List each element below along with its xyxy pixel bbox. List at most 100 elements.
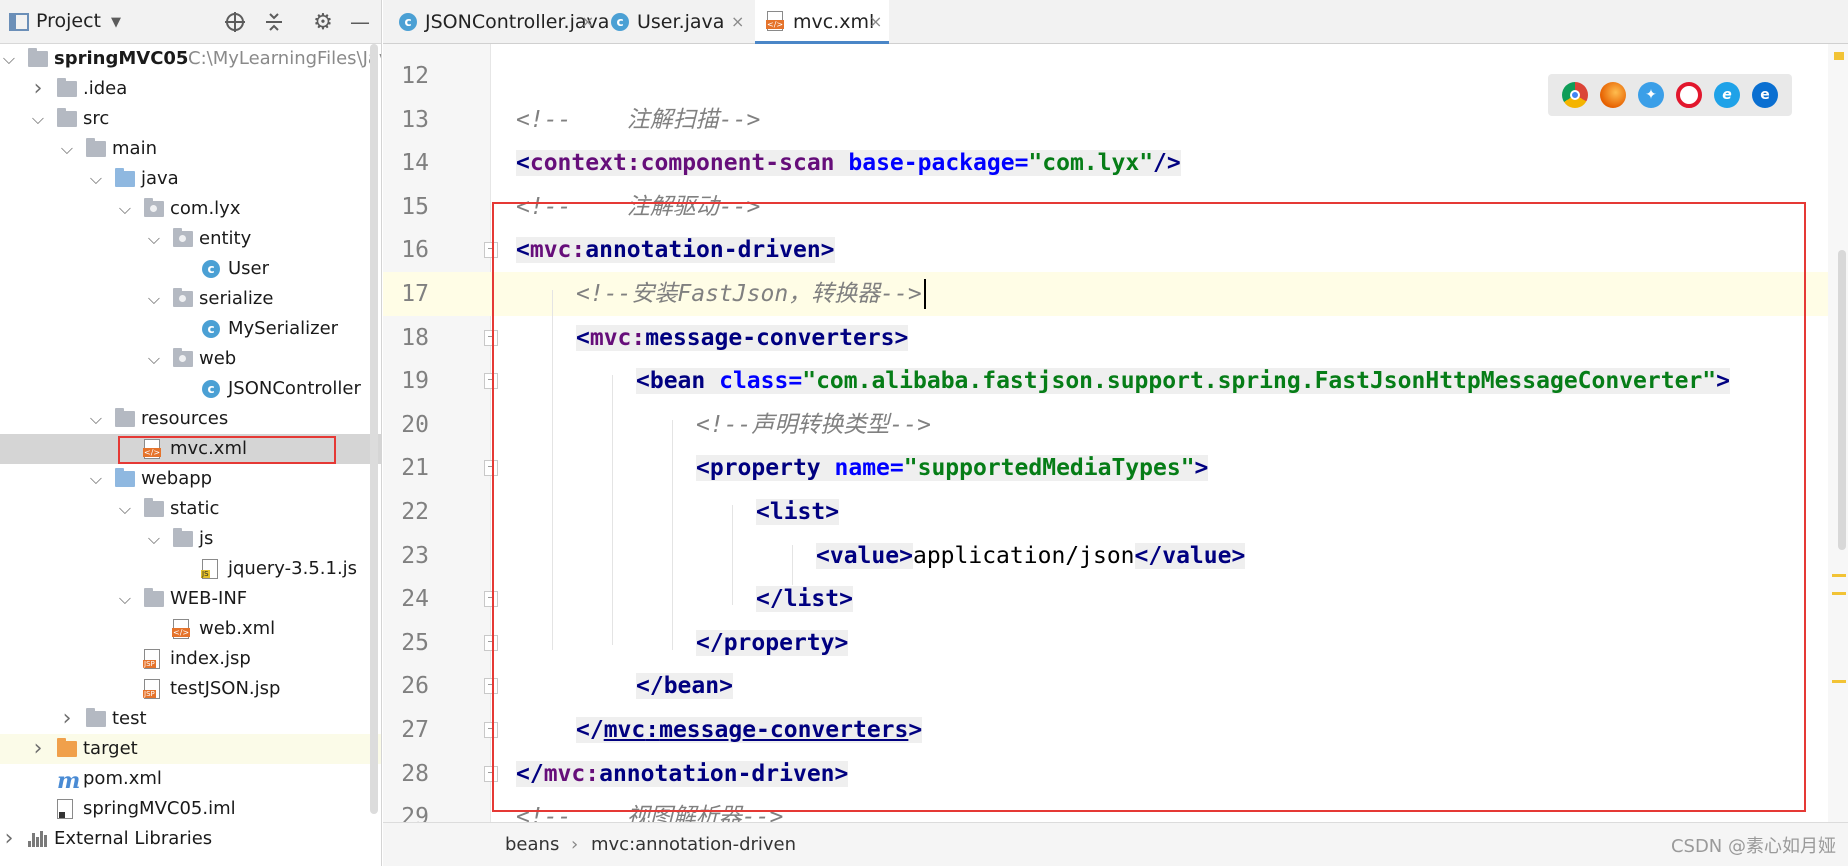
code-line[interactable]: <value>application/json</value> — [816, 534, 1246, 578]
tree-item[interactable]: ⌵ springMVC05 C:\MyLearningFiles\Jav — [0, 44, 381, 74]
tree-item[interactable]: › .idea — [0, 74, 381, 104]
tab-mvc-xml[interactable]: mvc.xml × — [755, 0, 889, 44]
chevron-right-icon[interactable]: › — [31, 734, 45, 764]
opera-icon[interactable] — [1676, 82, 1702, 108]
code-line[interactable]: <mvc:message-converters> — [576, 316, 909, 360]
fold-marker-icon[interactable] — [484, 242, 498, 259]
code-line[interactable]: <bean class="com.alibaba.fastjson.suppor… — [636, 359, 1730, 403]
chevron-down-icon[interactable]: ⌵ — [31, 104, 45, 134]
tree-item[interactable]: ⌵ resources — [0, 404, 381, 434]
code-line[interactable]: <list> — [756, 490, 840, 534]
tree-item[interactable]: mvc.xml — [0, 434, 381, 464]
fold-marker-icon[interactable] — [484, 373, 498, 390]
chevron-right-icon[interactable]: › — [60, 704, 74, 734]
tree-item[interactable]: springMVC05.iml — [0, 794, 381, 824]
warning-marker[interactable] — [1834, 52, 1844, 60]
chevron-down-icon[interactable]: ⌵ — [147, 224, 161, 254]
tree-item[interactable]: ⌵ com.lyx — [0, 194, 381, 224]
gear-icon[interactable]: ⚙ — [310, 10, 336, 35]
code-line[interactable]: </property> — [696, 621, 849, 665]
tree-item[interactable]: web.xml — [0, 614, 381, 644]
close-icon[interactable]: × — [869, 0, 882, 44]
chevron-down-icon[interactable]: ⌵ — [89, 164, 103, 194]
chevron-down-icon[interactable]: ⌵ — [2, 44, 16, 74]
code-line[interactable]: <property name="supportedMediaTypes"> — [696, 446, 1209, 490]
fold-marker-icon[interactable] — [484, 591, 498, 608]
tree-item[interactable]: c JSONController — [0, 374, 381, 404]
chevron-down-icon[interactable]: ⌵ — [60, 134, 74, 164]
chevron-down-icon[interactable]: ⌵ — [89, 404, 103, 434]
chevron-down-icon[interactable]: ⌵ — [89, 464, 103, 494]
warning-marker[interactable] — [1832, 680, 1846, 683]
project-view-icon[interactable] — [8, 12, 30, 32]
chevron-down-icon[interactable]: ▼ — [108, 14, 124, 30]
chevron-down-icon[interactable]: ⌵ — [147, 284, 161, 314]
tree-item[interactable]: ⌵ js — [0, 524, 381, 554]
project-view-title[interactable]: Project — [36, 10, 101, 32]
tree-item[interactable]: ⌵ java — [0, 164, 381, 194]
code-line[interactable]: </mvc:annotation-driven> — [516, 752, 849, 796]
code-line[interactable]: </bean> — [636, 664, 733, 708]
tree-item[interactable]: jquery-3.5.1.js — [0, 554, 381, 584]
tree-item[interactable]: ⌵ web — [0, 344, 381, 374]
fold-marker-icon[interactable] — [484, 722, 498, 738]
tree-item[interactable]: ⌵ entity — [0, 224, 381, 254]
chevron-down-icon[interactable]: ⌵ — [147, 524, 161, 554]
tag-bracket: > — [894, 324, 909, 351]
firefox-icon[interactable] — [1600, 82, 1626, 108]
tab-jsoncontroller[interactable]: c JSONController.java × — [391, 0, 609, 44]
code-line[interactable]: <!-- 注解驱动--> — [516, 185, 760, 229]
fold-marker-icon[interactable] — [484, 329, 498, 346]
chevron-right-icon[interactable]: › — [2, 824, 16, 854]
project-scrollbar[interactable] — [370, 44, 378, 814]
chevron-down-icon[interactable]: ⌵ — [147, 344, 161, 374]
tree-item[interactable]: ⌵ webapp — [0, 464, 381, 494]
fold-marker-icon[interactable] — [484, 460, 498, 477]
tree-item[interactable]: c User — [0, 254, 381, 284]
edge-icon[interactable]: e — [1752, 82, 1778, 108]
package-icon — [173, 348, 193, 367]
line-number: 17 — [401, 281, 429, 307]
tree-item[interactable]: index.jsp — [0, 644, 381, 674]
code-line[interactable]: </list> — [756, 577, 853, 621]
tree-item[interactable]: › test — [0, 704, 381, 734]
code-line[interactable]: </mvc:message-converters> — [576, 708, 923, 752]
close-icon[interactable]: × — [731, 0, 744, 44]
tree-item[interactable]: ⌵ WEB-INF — [0, 584, 381, 614]
minimize-icon[interactable]: — — [348, 10, 372, 34]
code-line[interactable]: <!-- 注解扫描--> — [516, 98, 760, 142]
tree-item[interactable]: › target — [0, 734, 381, 764]
tree-item[interactable]: ⌵ static — [0, 494, 381, 524]
collapse-all-icon[interactable] — [262, 10, 286, 34]
tag-bracket: < — [696, 455, 710, 482]
chevron-down-icon[interactable]: ⌵ — [118, 584, 132, 614]
editor-scroll-thumb[interactable] — [1838, 250, 1846, 550]
warning-marker[interactable] — [1832, 574, 1846, 577]
locate-target-icon[interactable] — [222, 10, 248, 34]
tree-item[interactable]: m pom.xml — [0, 764, 381, 794]
tree-item[interactable]: ⌵ src — [0, 104, 381, 134]
breadcrumb-item-beans[interactable]: beans — [505, 834, 559, 855]
chevron-down-icon[interactable]: ⌵ — [118, 494, 132, 524]
tree-item[interactable]: ⌵ serialize — [0, 284, 381, 314]
tab-user[interactable]: c User.java × — [603, 0, 751, 44]
tree-item[interactable]: ⌵ main — [0, 134, 381, 164]
chevron-right-icon[interactable]: › — [31, 74, 45, 104]
chevron-down-icon[interactable]: ⌵ — [118, 194, 132, 224]
tree-item[interactable]: › External Libraries — [0, 824, 381, 854]
ie-icon[interactable]: e — [1714, 82, 1740, 108]
code-line[interactable]: <!--声明转换类型--> — [696, 403, 931, 447]
safari-icon[interactable]: ✦ — [1638, 82, 1664, 108]
tree-item[interactable]: testJSON.jsp — [0, 674, 381, 704]
fold-marker-icon[interactable] — [484, 678, 498, 695]
breadcrumb-item-annotation-driven[interactable]: mvc:annotation-driven — [591, 834, 796, 855]
close-icon[interactable]: × — [581, 0, 594, 44]
warning-marker[interactable] — [1832, 592, 1846, 595]
fold-marker-icon[interactable] — [484, 634, 498, 651]
chrome-icon[interactable] — [1562, 82, 1588, 108]
fold-marker-icon[interactable] — [484, 765, 498, 782]
tree-item[interactable]: c MySerializer — [0, 314, 381, 344]
code-line[interactable]: <mvc:annotation-driven> — [516, 228, 835, 272]
code-line[interactable]: <!--安装FastJson，转换器--> — [576, 272, 922, 316]
code-line[interactable]: <context:component-scan base-package="co… — [516, 141, 1181, 185]
